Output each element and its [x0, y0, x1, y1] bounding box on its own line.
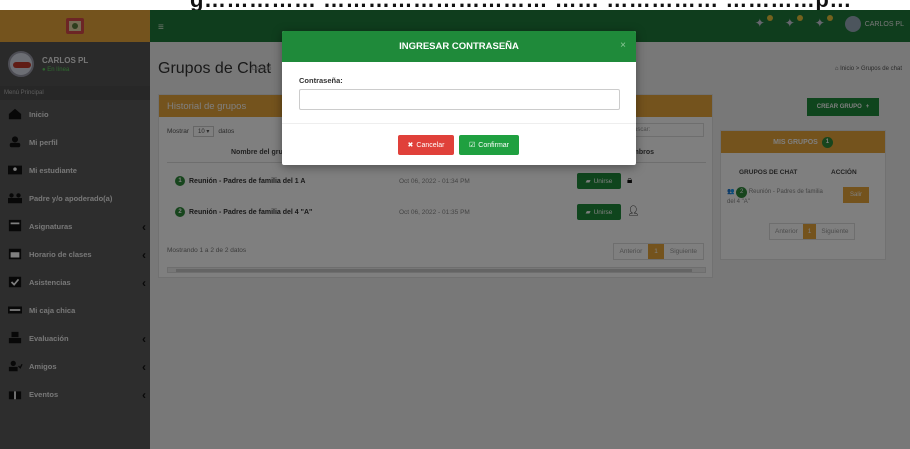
- top-banner: g…………… ………………………… …… …………… …………p…: [0, 0, 910, 10]
- password-input[interactable]: [299, 89, 620, 110]
- modal-divider: [282, 123, 636, 124]
- close-icon[interactable]: ×: [620, 40, 626, 51]
- app-root: g…………… ………………………… …… …………… …………p… CARLOS…: [0, 0, 910, 449]
- check-icon: ☑: [468, 142, 476, 149]
- confirm-label: Confirmar: [478, 141, 509, 149]
- confirm-button[interactable]: ☑ Confirmar: [459, 135, 519, 155]
- cancel-button[interactable]: ✖ Cancelar: [398, 135, 454, 155]
- banner-text: g…………… ………………………… …… …………… …………p…: [190, 0, 852, 10]
- modal-title: INGRESAR CONTRASEÑA: [282, 31, 636, 62]
- password-label: Contraseña:: [299, 76, 343, 85]
- password-modal: INGRESAR CONTRASEÑA × Contraseña: ✖ Canc…: [282, 31, 636, 165]
- x-icon: ✖: [407, 142, 414, 149]
- cancel-label: Cancelar: [416, 141, 445, 149]
